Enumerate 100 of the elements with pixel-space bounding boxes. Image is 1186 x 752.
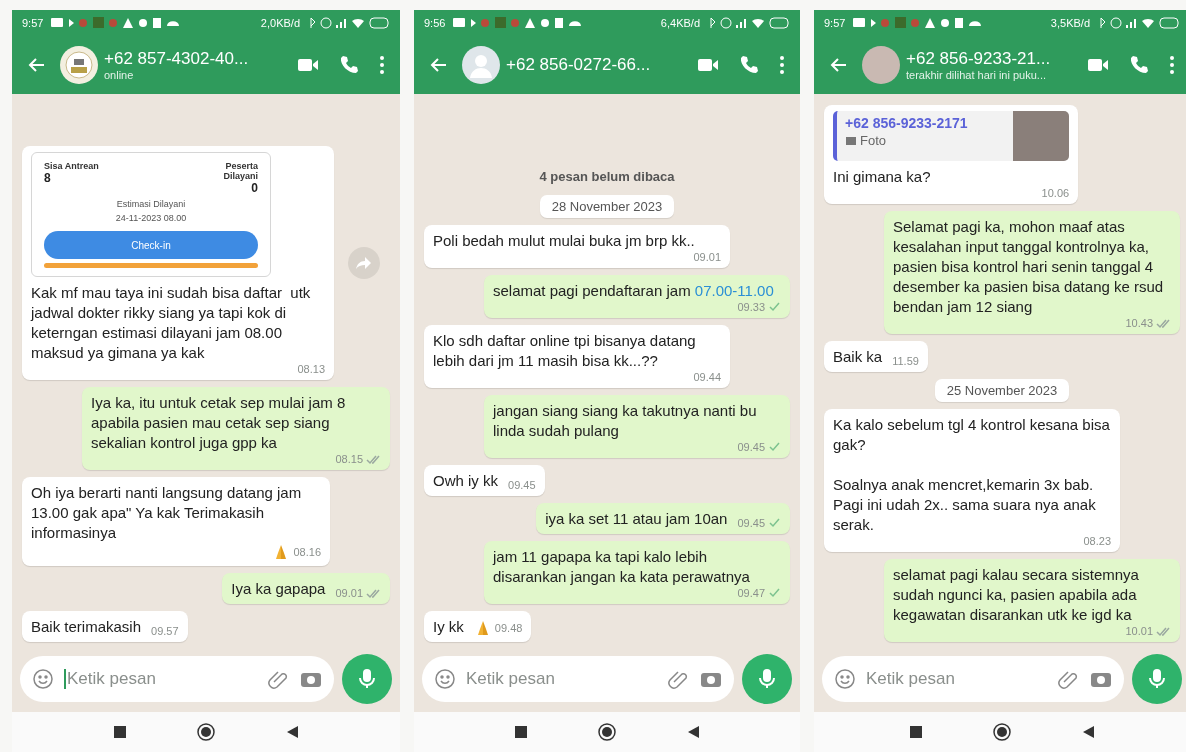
microphone-icon bbox=[357, 668, 377, 690]
emoji-icon[interactable] bbox=[834, 668, 856, 690]
message-text: Iy kk bbox=[433, 617, 464, 637]
phone-icon bbox=[1129, 55, 1149, 75]
message-text: Iya ka, itu untuk cetak sep mulai jam 8 apabila pasien mau cetak sep siang sekalian kontrol juga gpp ka bbox=[91, 393, 347, 453]
recents-button[interactable] bbox=[909, 725, 923, 739]
status-time: 9:56 bbox=[424, 17, 446, 29]
message-time: 09.45 bbox=[737, 441, 765, 453]
check-icon bbox=[768, 517, 781, 529]
contact-name[interactable]: +62 856-9233-21... bbox=[906, 49, 1051, 69]
recents-button[interactable] bbox=[514, 725, 528, 739]
check-in-button[interactable]: Check-in bbox=[44, 231, 258, 259]
triangle-back-icon bbox=[1081, 725, 1095, 739]
input-placeholder: Ketik pesan bbox=[466, 669, 555, 689]
message-text: Baik ka bbox=[833, 347, 883, 367]
status-time: 9:57 bbox=[22, 17, 44, 29]
home-button[interactable] bbox=[197, 723, 215, 741]
home-circle-icon bbox=[993, 723, 1011, 741]
microphone-button[interactable] bbox=[1132, 654, 1182, 704]
estimate-value: 24-11-2023 08.00 bbox=[115, 213, 187, 223]
photo-placeholder bbox=[1013, 111, 1070, 161]
message-time: 09.01 bbox=[335, 587, 363, 599]
emoji-icon[interactable] bbox=[32, 668, 54, 690]
photo-icon bbox=[845, 134, 857, 147]
quoted-message[interactable]: +62 856-9233-2171 Foto bbox=[833, 111, 1070, 161]
network-speed: 3,5KB/d bbox=[1050, 17, 1090, 29]
video-camera-icon bbox=[1087, 56, 1109, 74]
message-time: 09.48 bbox=[494, 622, 523, 634]
phone-icon bbox=[339, 55, 359, 75]
unread-messages-label: 4 pesan belum dibaca bbox=[538, 168, 676, 186]
back-arrow-icon bbox=[429, 56, 449, 74]
home-button[interactable] bbox=[598, 723, 616, 741]
back-arrow-icon bbox=[27, 56, 47, 74]
double-check-icon bbox=[366, 587, 381, 599]
message-text: Iya ka gapapa bbox=[231, 579, 326, 599]
message-time: 10.06 bbox=[1041, 187, 1070, 199]
stat-label: Sisa Antrean bbox=[44, 161, 99, 171]
contact-name[interactable]: +62 857-4302-40... bbox=[104, 49, 249, 69]
message-time: 09.44 bbox=[693, 371, 721, 383]
input-placeholder: Ketik pesan bbox=[866, 669, 955, 689]
network-speed: 2,0KB/d bbox=[260, 17, 300, 29]
square-icon bbox=[909, 725, 923, 739]
message-time: 08.23 bbox=[1083, 535, 1111, 547]
video-camera-icon bbox=[297, 56, 319, 74]
back-nav-button[interactable] bbox=[285, 725, 299, 739]
message-text: Poli bedah mulut mulai buka jm brp kk.. bbox=[433, 231, 696, 251]
message-text: Ini gimana ka? bbox=[833, 167, 932, 187]
forward-arrow-icon bbox=[355, 254, 373, 272]
back-arrow-icon bbox=[829, 56, 849, 74]
message-time: 09.57 bbox=[151, 625, 179, 637]
paperclip-icon[interactable] bbox=[268, 668, 290, 690]
date-chip: 25 November 2023 bbox=[934, 379, 1070, 402]
square-icon bbox=[113, 725, 127, 739]
check-icon bbox=[768, 301, 781, 313]
status-time: 9:57 bbox=[824, 17, 846, 29]
contact-name[interactable]: +62 856-0272-66... bbox=[506, 55, 651, 75]
triangle-back-icon bbox=[285, 725, 299, 739]
message-time: 10.01 bbox=[1125, 625, 1153, 637]
square-icon bbox=[514, 725, 528, 739]
time-link[interactable]: 07.00-11.00 bbox=[694, 282, 774, 299]
triangle-back-icon bbox=[686, 725, 700, 739]
home-circle-icon bbox=[197, 723, 215, 741]
microphone-button[interactable] bbox=[742, 654, 792, 704]
text-cursor bbox=[64, 669, 66, 689]
microphone-icon bbox=[1147, 668, 1167, 690]
paperclip-icon[interactable] bbox=[1058, 668, 1080, 690]
stat-value: 8 bbox=[44, 171, 51, 185]
message-time: 09.45 bbox=[737, 517, 765, 529]
double-check-icon bbox=[1156, 317, 1171, 329]
message-time: 09.33 bbox=[737, 301, 765, 313]
message-text: Kak mf mau taya ini sudah bisa daftar utk jadwal dokter rikky siang ya tapi kok di keterngan estimasi dilayani jam 08.00 maksud ya gimana ya kak bbox=[31, 283, 312, 363]
quoted-label: Foto bbox=[860, 133, 886, 148]
paperclip-icon[interactable] bbox=[668, 668, 690, 690]
message-text: Klo sdh daftar online tpi bisanya datang lebih dari jm 11 masih bisa kk...?? bbox=[433, 331, 697, 371]
check-icon bbox=[768, 587, 781, 599]
message-time: 09.45 bbox=[508, 479, 536, 491]
estimate-label: Estimasi Dilayani bbox=[116, 199, 186, 209]
message-input[interactable]: Ketik pesan bbox=[422, 656, 734, 702]
microphone-button[interactable] bbox=[342, 654, 392, 704]
home-button[interactable] bbox=[993, 723, 1011, 741]
emoji-icon[interactable] bbox=[434, 668, 456, 690]
message-time: 11.59 bbox=[892, 355, 919, 367]
video-camera-icon bbox=[697, 56, 719, 74]
back-nav-button[interactable] bbox=[1081, 725, 1095, 739]
back-nav-button[interactable] bbox=[686, 725, 700, 739]
stat-value: 0 bbox=[251, 181, 258, 195]
message-time: 08.13 bbox=[297, 363, 325, 375]
contact-avatar[interactable] bbox=[862, 46, 900, 84]
input-placeholder: Ketik pesan bbox=[67, 669, 156, 689]
more-dots-icon bbox=[379, 55, 385, 75]
recents-button[interactable] bbox=[113, 725, 127, 739]
stat-label: Peserta Dilayani bbox=[222, 161, 258, 181]
message-input[interactable]: Ketik pesan bbox=[20, 656, 334, 702]
message-time: 09.01 bbox=[693, 251, 721, 263]
phone-icon bbox=[739, 55, 759, 75]
message-text: Selamat pagi ka, mohon maaf atas kesalahan input tanggal kontrolnya ka, pasien bisa kontrol hari senin tanggal 4 desember ka pasien bisa datang ke rsud bendan jam 12 siang bbox=[893, 217, 1165, 317]
date-chip: 28 November 2023 bbox=[539, 195, 675, 218]
message-input[interactable]: Ketik pesan bbox=[822, 656, 1124, 702]
contact-avatar[interactable] bbox=[462, 46, 500, 84]
contact-avatar[interactable] bbox=[60, 46, 98, 84]
